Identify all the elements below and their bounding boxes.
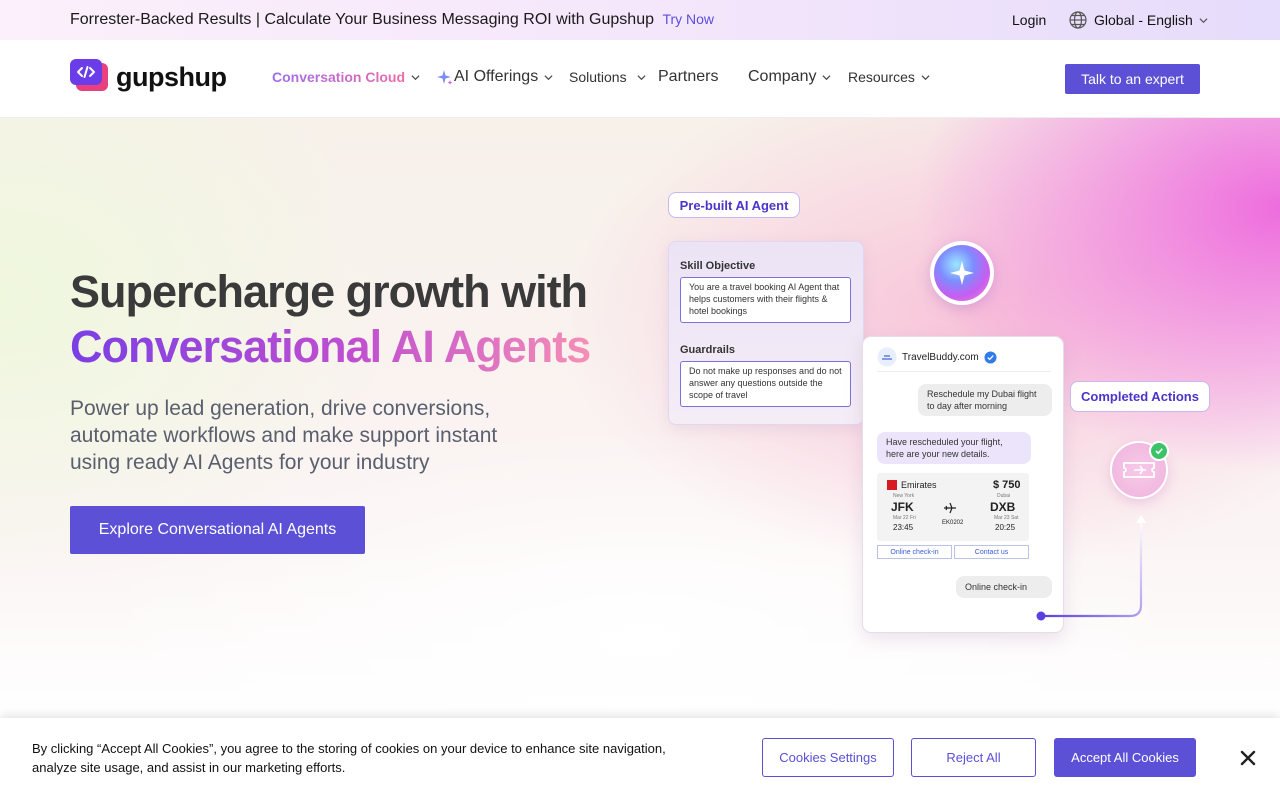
flight-number: EK0202 (942, 520, 964, 526)
prebuilt-agent-label: Pre-built AI Agent (668, 192, 800, 218)
announcement-text: Forrester-Backed Results | Calculate You… (70, 11, 714, 29)
connector-line (1036, 515, 1146, 621)
online-checkin-chip: Online check-in (877, 545, 952, 559)
chat-brand-name: TravelBuddy.com (902, 351, 979, 363)
airplane-icon (944, 502, 956, 514)
to-code: DXB (990, 500, 1016, 514)
login-link[interactable]: Login (1012, 12, 1046, 28)
success-check-icon (1149, 441, 1169, 461)
try-now-link[interactable]: Try Now (662, 11, 714, 27)
ticket-icon (1123, 462, 1155, 478)
chevron-down-icon (637, 74, 646, 80)
flight-ticket: Emirates $ 750 New York JFK Mar 22 Fri 2… (877, 473, 1029, 541)
nav-conversation-cloud[interactable]: Conversation Cloud (272, 69, 420, 85)
chevron-down-icon (921, 74, 930, 80)
globe-icon (1069, 11, 1087, 29)
chevron-down-icon (544, 74, 553, 80)
chat-message-agent: Have rescheduled your flight, here are y… (877, 432, 1031, 464)
hero-title-line2: Conversational AI Agents (70, 321, 591, 372)
explore-agents-button[interactable]: Explore Conversational AI Agents (70, 506, 365, 554)
from-time: 23:45 (893, 523, 914, 532)
guardrails-title: Guardrails (680, 344, 736, 356)
nav-ai-offerings[interactable]: AI Offerings (436, 68, 553, 86)
guardrails-text: Do not make up responses and do not answ… (680, 361, 851, 407)
cookies-settings-button[interactable]: Cookies Settings (762, 738, 894, 777)
ai-sparkle-orb (930, 241, 994, 305)
nav-label: Resources (848, 69, 915, 85)
travel-logo-icon (877, 347, 897, 367)
chat-header: TravelBuddy.com (877, 347, 997, 367)
chevron-down-icon (411, 74, 420, 80)
cookie-text: By clicking “Accept All Cookies”, you ag… (32, 741, 666, 775)
nav-partners[interactable]: Partners (658, 68, 718, 86)
ai-sparkle-orb-inner (934, 245, 990, 301)
to-city: Dubai (997, 493, 1011, 499)
nav-label: AI Offerings (454, 68, 539, 85)
sparkle-icon (950, 261, 974, 285)
emirates-logo-icon (887, 480, 897, 490)
nav-company[interactable]: Company (748, 68, 831, 86)
hero-subtitle: Power up lead generation, drive conversi… (70, 397, 498, 474)
chat-header-divider (877, 371, 1051, 372)
nav-label: Solutions (569, 69, 627, 85)
hero-title-line1: Supercharge growth with (70, 266, 588, 317)
from-code: JFK (891, 500, 914, 514)
reject-all-button[interactable]: Reject All (911, 738, 1036, 777)
logo[interactable]: gupshup (70, 59, 227, 95)
cookie-banner: By clicking “Accept All Cookies”, you ag… (0, 718, 1280, 800)
talk-to-expert-button[interactable]: Talk to an expert (1065, 64, 1200, 94)
language-label: Global - English (1094, 12, 1193, 28)
completed-actions-label: Completed Actions (1070, 381, 1210, 412)
contact-us-chip: Contact us (954, 545, 1029, 559)
close-icon[interactable] (1238, 748, 1258, 768)
from-city: New York (893, 493, 915, 499)
main-nav: gupshup Conversation Cloud AI Offerings … (0, 40, 1280, 118)
to-time: 20:25 (995, 523, 1016, 532)
skill-objective-text: You are a travel booking AI Agent that h… (680, 277, 851, 323)
nav-label: Company (748, 68, 817, 85)
sparkle-icon (437, 70, 453, 85)
language-selector[interactable]: Global - English (1068, 10, 1208, 30)
nav-resources[interactable]: Resources (848, 69, 930, 85)
chevron-down-icon (822, 74, 831, 80)
nav-label: Conversation Cloud (272, 69, 406, 85)
agent-config-card: Skill Objective You are a travel booking… (668, 241, 864, 425)
gupshup-logo-icon (70, 59, 108, 91)
chat-message-user: Reschedule my Dubai flight to day after … (918, 384, 1052, 416)
hero-section: Supercharge growth with Conversational A… (0, 118, 1280, 718)
logo-text: gupshup (116, 61, 227, 92)
chevron-down-icon (1199, 17, 1208, 23)
nav-solutions[interactable]: Solutions (569, 69, 646, 85)
airline-name: Emirates (901, 480, 937, 490)
verified-badge-icon (984, 351, 997, 363)
to-date: Mar 23 Sat (994, 515, 1019, 521)
ticket-price: $ 750 (993, 479, 1021, 491)
announcement-bar: Forrester-Backed Results | Calculate You… (0, 0, 1280, 40)
from-date: Mar 22 Fri (893, 515, 916, 521)
accept-all-cookies-button[interactable]: Accept All Cookies (1054, 738, 1196, 777)
checkmark-icon (1155, 448, 1163, 455)
skill-objective-title: Skill Objective (680, 260, 756, 272)
nav-label: Partners (658, 68, 719, 85)
announcement-message: Forrester-Backed Results | Calculate You… (70, 11, 654, 28)
